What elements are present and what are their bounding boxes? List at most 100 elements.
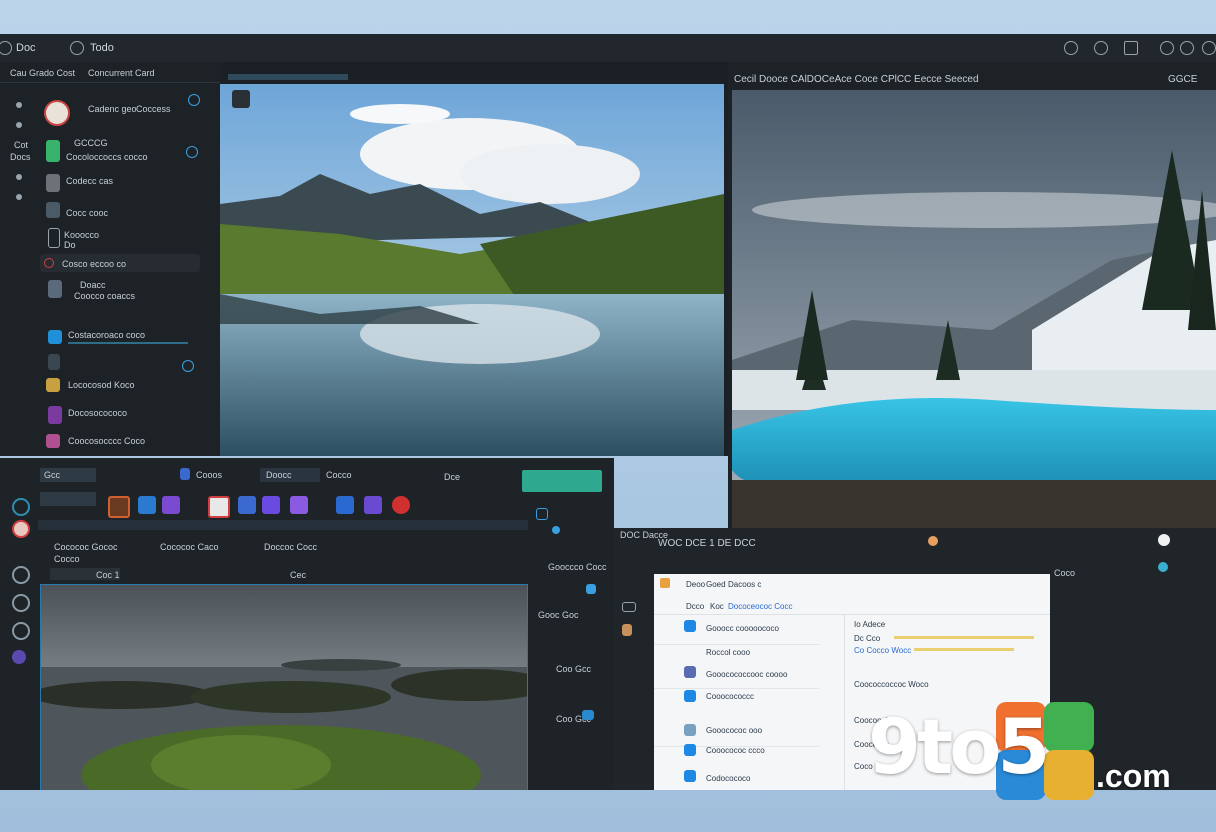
- side-icon[interactable]: [552, 526, 560, 534]
- settings-icon[interactable]: [1094, 41, 1108, 55]
- editor-tab[interactable]: Doocc: [266, 470, 292, 480]
- status-icon[interactable]: [1158, 562, 1168, 572]
- editor-tab[interactable]: Cooos: [196, 470, 222, 480]
- menu-label[interactable]: Todo: [90, 42, 114, 54]
- editor-tab[interactable]: Gcc: [44, 470, 60, 480]
- list-item-title[interactable]: Docosocococo: [68, 408, 127, 418]
- file-icon[interactable]: [48, 280, 62, 298]
- text-icon[interactable]: [262, 496, 280, 514]
- menu-icon[interactable]: [70, 41, 84, 55]
- filter-icon[interactable]: [238, 496, 256, 514]
- mail-tab[interactable]: Koc: [710, 602, 724, 611]
- status-icon[interactable]: [186, 146, 198, 158]
- close-icon[interactable]: [1202, 41, 1216, 55]
- tool-icon[interactable]: [12, 594, 30, 612]
- nav-dot-icon[interactable]: [16, 102, 22, 108]
- list-item-title[interactable]: Cosco eccoo co: [62, 259, 126, 269]
- status-icon[interactable]: [182, 360, 194, 372]
- app-icon[interactable]: [0, 41, 12, 55]
- mail-toolbar-item[interactable]: Dacoos c: [728, 580, 761, 589]
- window-label: WOC DCE 1 DE DCC: [658, 538, 756, 549]
- app-icon[interactable]: [48, 330, 62, 344]
- list-item-title[interactable]: GCCCG: [74, 138, 108, 148]
- refresh-icon[interactable]: [188, 94, 200, 106]
- mail-tab[interactable]: Dcco: [686, 602, 704, 611]
- second-field-value: Cec: [290, 570, 307, 580]
- tool-icon[interactable]: [12, 520, 30, 538]
- sidebar-nav-cot[interactable]: Cot: [14, 140, 28, 150]
- file-icon[interactable]: [48, 354, 60, 370]
- plugin-icon[interactable]: [364, 496, 382, 514]
- shape-icon[interactable]: [162, 496, 180, 514]
- account-icon[interactable]: [1064, 41, 1078, 55]
- logo-square-yellow: [1044, 750, 1094, 800]
- watermark-domain: .com: [1096, 758, 1171, 794]
- nav-dot-icon[interactable]: [16, 194, 22, 200]
- export-button[interactable]: [522, 470, 602, 492]
- sidebar-header-2: Concurrent Card: [88, 68, 155, 78]
- breadcrumb[interactable]: Doccoc Cocc: [264, 542, 317, 552]
- mail-toolbar-item[interactable]: Deoo: [686, 580, 705, 589]
- layers-icon[interactable]: [138, 496, 156, 514]
- lock-icon[interactable]: [622, 624, 632, 636]
- breadcrumb[interactable]: Cocococ Caco: [160, 542, 219, 552]
- tool-icon[interactable]: [12, 622, 30, 640]
- list-item-title[interactable]: Kooocco: [64, 230, 99, 240]
- image-icon[interactable]: [46, 378, 60, 392]
- expand-icon[interactable]: [232, 90, 250, 108]
- sidebar-nav-docs[interactable]: Docs: [10, 152, 31, 162]
- app-icon: [684, 744, 696, 756]
- editor-tab[interactable]: Cocco: [326, 470, 352, 480]
- user-icon[interactable]: [928, 536, 938, 546]
- detail-line: Dc Cco: [854, 634, 881, 643]
- editor-panel: Gcc Cooos Doocc Cocco Dce Cocococ Gococ …: [0, 458, 614, 790]
- bookmark-icon[interactable]: [1124, 41, 1138, 55]
- alert-icon[interactable]: [660, 578, 670, 588]
- cloud-icon[interactable]: [336, 496, 354, 514]
- tool-icon[interactable]: [12, 566, 30, 584]
- tab-icon[interactable]: [180, 468, 190, 480]
- side-label[interactable]: Coo Gcc: [556, 664, 591, 674]
- nav-dot-icon[interactable]: [16, 174, 22, 180]
- power-icon[interactable]: [1180, 41, 1194, 55]
- inbox-icon[interactable]: [622, 602, 636, 612]
- mail-row-text: Cooocococ ccco: [706, 746, 765, 755]
- tool-icon[interactable]: [12, 650, 26, 664]
- list-item-title[interactable]: Cocc cooc: [66, 208, 108, 218]
- app-icon[interactable]: [46, 140, 60, 162]
- canvas-photo[interactable]: [40, 584, 528, 790]
- side-label[interactable]: Gooccco Cocc: [548, 562, 607, 572]
- crop-icon[interactable]: [208, 496, 230, 518]
- brush-icon[interactable]: [108, 496, 130, 518]
- mail-row-text: Cooocococcc: [706, 692, 755, 701]
- side-icon[interactable]: [582, 710, 594, 720]
- tool-icon[interactable]: [12, 498, 30, 516]
- breadcrumb[interactable]: Cocococ Gococ: [54, 542, 118, 552]
- image-viewer-center: [220, 62, 728, 456]
- mail-tab[interactable]: Dococeococ Cocc: [728, 602, 792, 611]
- color-icon[interactable]: [290, 496, 308, 514]
- list-item-title[interactable]: Doacc: [80, 280, 106, 290]
- list-item-title[interactable]: Coocosocccc Coco: [68, 436, 145, 446]
- phone-icon[interactable]: [48, 228, 60, 248]
- side-label[interactable]: Gooc Goc: [538, 610, 579, 620]
- list-item-title[interactable]: Codecc cas: [66, 176, 113, 186]
- help-icon[interactable]: [1158, 534, 1170, 546]
- avatar[interactable]: [44, 100, 70, 126]
- record-icon[interactable]: [392, 496, 410, 514]
- side-icon[interactable]: [586, 584, 596, 594]
- nav-dot-icon[interactable]: [16, 122, 22, 128]
- image-icon[interactable]: [46, 434, 60, 448]
- share-icon[interactable]: [1160, 41, 1174, 55]
- list-item-title[interactable]: Lococosod Koco: [68, 380, 135, 390]
- record-icon[interactable]: [44, 258, 54, 268]
- mail-title: DOC Dacce: [620, 530, 669, 540]
- viewer-corner-label[interactable]: GGCE: [1168, 74, 1197, 85]
- file-icon[interactable]: [46, 174, 60, 192]
- file-icon[interactable]: [46, 202, 60, 218]
- list-item-title[interactable]: Costacoroaco coco: [68, 330, 145, 340]
- mail-toolbar-item[interactable]: Goed: [706, 580, 726, 589]
- file-icon[interactable]: [48, 406, 62, 424]
- list-item-title[interactable]: Cadenc geo: [88, 104, 137, 114]
- side-icon[interactable]: [536, 508, 548, 520]
